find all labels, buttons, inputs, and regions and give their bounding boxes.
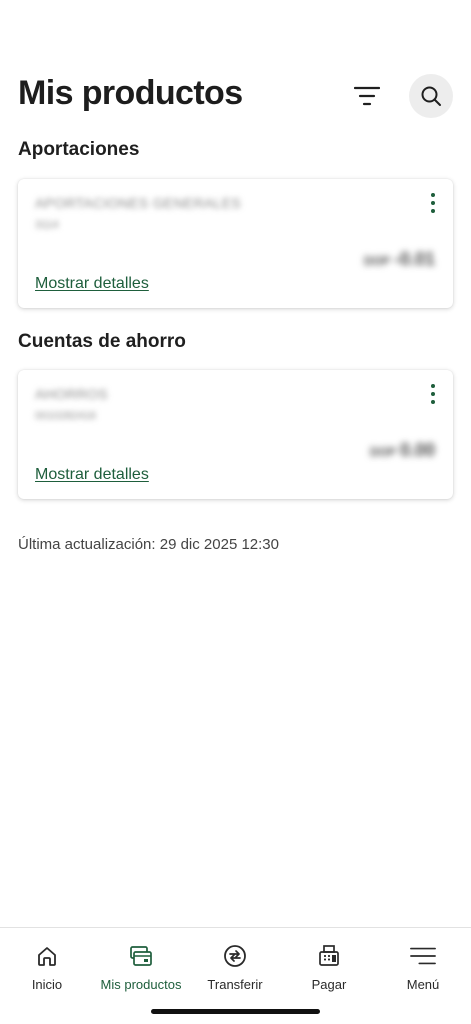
filter-icon: [354, 86, 380, 106]
nav-label: Inicio: [31, 977, 63, 992]
section-title-savings: Cuentas de ahorro: [18, 331, 186, 352]
search-icon: [421, 86, 441, 106]
account-name: APORTACIONES GENERALES: [35, 195, 242, 211]
nav-item-inicio[interactable]: Inicio: [0, 928, 94, 998]
account-name: AHORROS: [35, 386, 108, 402]
nav-item-pagar[interactable]: Pagar: [282, 928, 376, 998]
product-card-aportaciones[interactable]: APORTACIONES GENERALES 3114 DOP -0.01 Mos…: [18, 179, 453, 308]
currency-code: DOP: [363, 254, 390, 268]
nav-label: Pagar: [311, 977, 347, 992]
page-title: Mis productos: [18, 74, 243, 112]
account-balance: DOP 0.00: [370, 440, 435, 461]
balance-value: -0.01: [393, 249, 435, 269]
products-icon: [130, 946, 152, 966]
home-indicator: [151, 1009, 320, 1014]
nav-item-transferir[interactable]: Transferir: [188, 928, 282, 998]
header: Mis productos: [18, 72, 453, 120]
pay-icon: [319, 945, 339, 966]
account-number: 3114: [35, 219, 59, 231]
more-options-icon[interactable]: [425, 382, 441, 406]
menu-icon: [410, 947, 436, 965]
home-icon: [38, 947, 56, 966]
nav-label: Mis productos: [100, 977, 182, 992]
product-card-savings[interactable]: AHORROS 0010282416 DOP 0.00 Mostrar detal…: [18, 370, 453, 499]
account-number: 0010282416: [35, 410, 97, 422]
nav-label: Transferir: [207, 977, 263, 992]
filter-button[interactable]: [351, 80, 383, 112]
last-update-text: Última actualización: 29 dic 2025 12:30: [18, 536, 279, 553]
section-title-aportaciones: Aportaciones: [18, 139, 140, 160]
transfer-icon: [224, 945, 246, 967]
search-button[interactable]: [409, 74, 453, 118]
balance-value: 0.00: [399, 440, 435, 460]
account-balance: DOP -0.01: [364, 249, 435, 270]
nav-item-mis-productos[interactable]: Mis productos: [94, 928, 188, 998]
currency-code: DOP: [369, 445, 396, 459]
show-details-link[interactable]: Mostrar detalles: [35, 466, 149, 484]
show-details-link[interactable]: Mostrar detalles: [35, 275, 149, 293]
nav-label: Menú: [406, 977, 440, 992]
nav-item-menu[interactable]: Menú: [376, 928, 470, 998]
more-options-icon[interactable]: [425, 191, 441, 215]
